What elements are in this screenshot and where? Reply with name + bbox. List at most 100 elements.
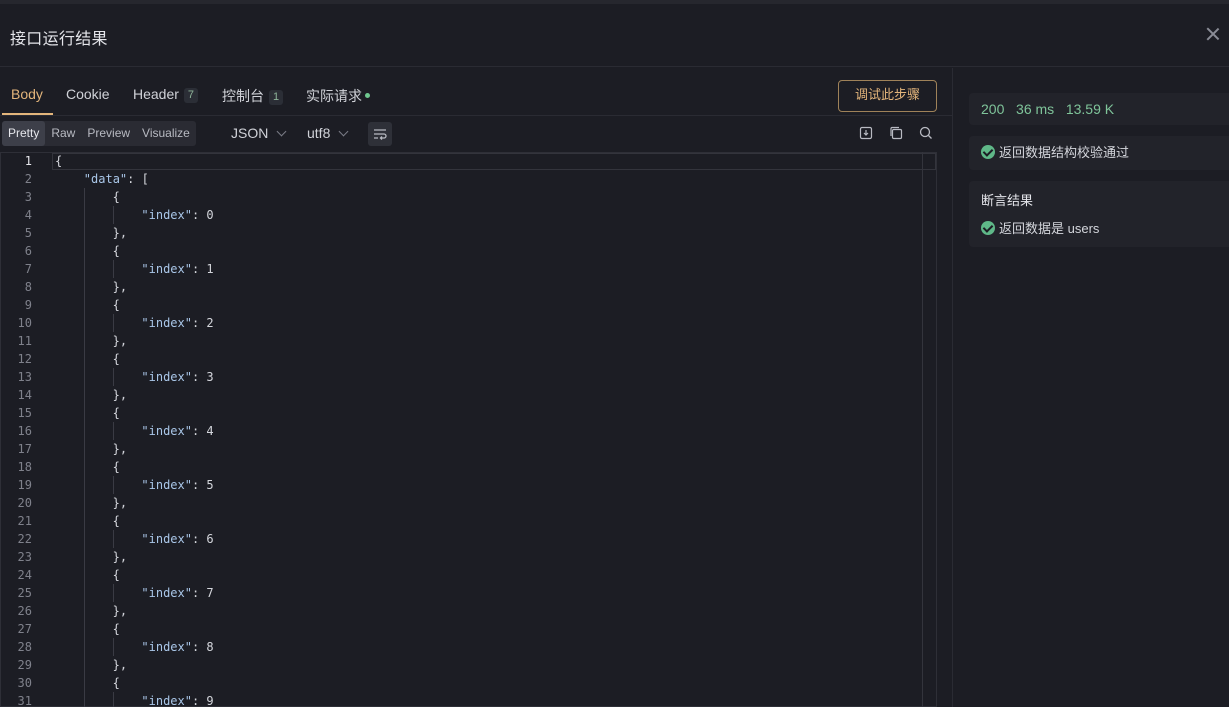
search-icon[interactable] [918,125,934,141]
close-icon[interactable] [1203,24,1223,44]
schema-check: 返回数据结构校验通过 [969,136,1229,170]
code-line: 11}, [0,332,920,350]
view-mode-raw[interactable]: Raw [45,121,81,146]
json-key: "index" [141,586,192,600]
schema-check-text: 返回数据结构校验通过 [999,145,1130,160]
json-editor[interactable]: 1{2 "data": [3{4 "index": 0 5}, 6{7 "index": … [0,152,953,707]
code-line: 10 "index": 2 [0,314,920,332]
tab-console[interactable]: 控制台 1 [222,86,284,106]
json-value: }, [112,334,128,348]
code-text: }, [113,656,127,674]
line-number: 4 [24,208,32,222]
json-value: : 4 [191,424,214,438]
code-line: 20}, [0,494,920,512]
json-value: { [112,406,120,420]
code-line: 19 "index": 5 [0,476,920,494]
response-size: 13.59 K [1065,101,1115,117]
tab-cookie[interactable]: Cookie [66,86,110,102]
download-icon[interactable] [858,125,874,141]
chevron-down-icon [338,126,349,137]
code-line: 5}, [0,224,920,242]
code-text: "index": 8 [141,638,213,656]
copy-icon[interactable] [888,125,904,141]
code-text: { [113,674,120,692]
indent-guide [112,584,114,602]
view-mode-pretty[interactable]: Pretty [2,121,46,146]
indent-guide [83,296,85,314]
json-value: : 9 [191,694,214,707]
json-value: { [112,460,120,474]
tab-body[interactable]: Body [11,86,43,102]
tab-label: 实际请求 [306,88,362,104]
line-number: 30 [17,676,32,690]
code-text: { [113,404,120,422]
indent-guide [83,260,85,278]
json-key: "index" [141,370,192,384]
indent-guide [83,692,85,707]
debug-step-button[interactable]: 调试此步骤 [838,80,937,112]
indent-guide [83,584,85,602]
json-key: "data" [83,172,128,186]
line-number: 16 [17,424,32,438]
code-text: }, [113,548,127,566]
json-value: { [112,190,120,204]
indent-guide [112,476,114,494]
line-number: 29 [17,658,32,672]
code-text: { [113,620,120,638]
json-key: "index" [141,316,192,330]
code-line: 28 "index": 8 [0,638,920,656]
code-text: { [55,152,62,170]
code-text: "index": 0 [141,206,213,224]
indent-guide [83,368,85,386]
json-value: : 7 [191,586,214,600]
indent-guide [83,566,85,584]
assertion-text: 返回数据是 users [999,221,1100,236]
json-value: }, [112,388,128,402]
chevron-down-icon [276,126,287,137]
line-number: 10 [17,316,32,330]
code-text: "index": 5 [141,476,213,494]
line-number: 23 [17,550,32,564]
indent-guide [83,224,85,242]
view-mode-visualize[interactable]: Visualize [136,121,196,146]
code-text: }, [113,602,127,620]
encoding-select[interactable]: utf8 [307,125,349,141]
status-dot [365,93,370,98]
json-value: { [112,352,120,366]
indent-guide [83,494,85,512]
json-value: : 2 [191,316,214,330]
text-wrap-icon[interactable] [368,122,392,146]
tab-header[interactable]: Header 7 [133,86,199,103]
indent-guide [83,602,85,620]
code-text: "index": 4 [141,422,213,440]
line-number: 12 [17,352,32,366]
code-line: 8}, [0,278,920,296]
line-number: 5 [24,226,32,240]
code-text: { [113,188,120,206]
line-number: 26 [17,604,32,618]
json-value: : 0 [191,208,214,222]
line-number: 20 [17,496,32,510]
indent-guide [83,386,85,404]
code-line: 7 "index": 1 [0,260,920,278]
count-badge: 7 [183,88,199,103]
code-line: 27 { [0,620,920,638]
tab-label: Body [11,86,43,102]
json-value: { [112,622,120,636]
line-number: 21 [17,514,32,528]
code-line: 24 { [0,566,920,584]
editor-scrollbar[interactable] [922,152,923,707]
view-mode-preview[interactable]: Preview [81,121,136,146]
format-select[interactable]: JSON [231,125,287,141]
indent-guide [83,422,85,440]
line-number: 22 [17,532,32,546]
indent-guide [83,656,85,674]
line-number: 31 [17,694,32,707]
code-line: 17}, [0,440,920,458]
code-line: 3{ [0,188,920,206]
tab-actual-request[interactable]: 实际请求 [306,86,370,106]
code-line: 13 "index": 3 [0,368,920,386]
code-line: 29}, [0,656,920,674]
check-circle-icon [981,145,995,159]
indent-guide [83,512,85,530]
